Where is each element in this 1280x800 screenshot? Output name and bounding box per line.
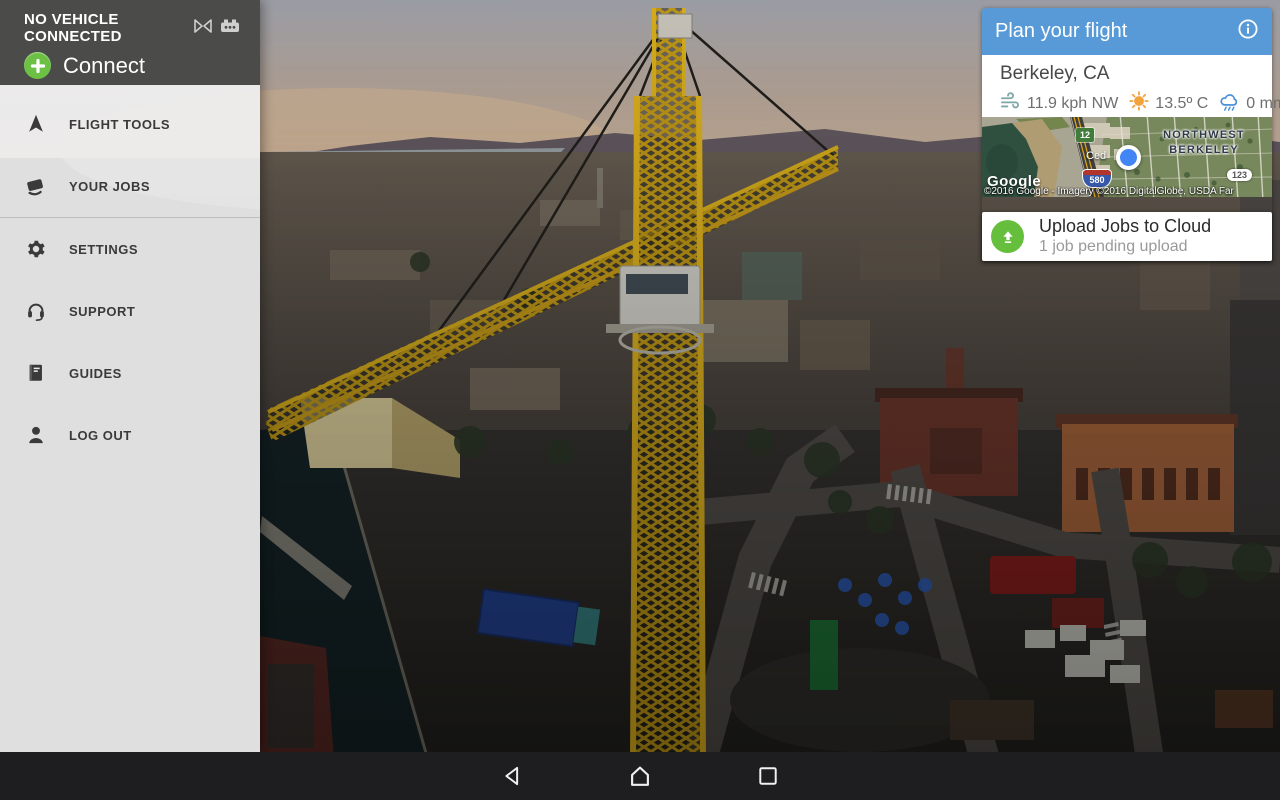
upload-jobs-card[interactable]: Upload Jobs to Cloud 1 job pending uploa… [982, 212, 1272, 261]
sidebar-item-label: LOG OUT [69, 428, 132, 443]
sidebar-item-settings[interactable]: SETTINGS [0, 218, 260, 280]
map-preview[interactable]: Ced 12 580 123 NORTHWEST BERKELEY Google… [982, 117, 1272, 197]
upload-title: Upload Jobs to Cloud [1039, 216, 1211, 237]
jobs-card-icon [23, 175, 49, 197]
connect-button[interactable]: Connect [24, 52, 248, 79]
map-street-label: Ced [1086, 150, 1106, 162]
android-nav-bar [0, 752, 1280, 800]
connection-status: NO VEHICLE CONNECTED [24, 11, 194, 45]
route-580-shield: 580 [1083, 170, 1111, 187]
wind-icon [1000, 91, 1022, 116]
connect-label: Connect [63, 53, 145, 79]
route-123-badge: 123 [1227, 169, 1252, 181]
plan-flight-card: Plan your flight Berkeley, CA 11.9 kph N… [982, 8, 1272, 261]
precipitation-value: 0 mm [1246, 95, 1280, 113]
sidebar-item-flight-tools[interactable]: FLIGHT TOOLS [0, 93, 260, 155]
sidebar-item-log-out[interactable]: LOG OUT [0, 404, 260, 466]
sidebar-item-label: GUIDES [69, 366, 122, 381]
controller-icon [220, 18, 240, 39]
sidebar-item-label: FLIGHT TOOLS [69, 117, 170, 132]
rain-cloud-icon [1218, 91, 1241, 117]
back-button[interactable] [498, 762, 526, 790]
route-12-badge: 12 [1076, 128, 1094, 142]
sidebar-item-label: YOUR JOBS [69, 179, 150, 194]
location-label: Berkeley, CA [1000, 63, 1272, 85]
upload-cloud-icon [991, 220, 1024, 253]
sidebar-item-label: SUPPORT [69, 304, 135, 319]
connection-header: NO VEHICLE CONNECTED Connect [0, 0, 260, 85]
sidebar-item-guides[interactable]: GUIDES [0, 342, 260, 404]
sidebar-item-your-jobs[interactable]: YOUR JOBS [0, 155, 260, 217]
sidebar-menu: FLIGHT TOOLS YOUR JOBS SETTINGS [0, 85, 260, 466]
home-button[interactable] [626, 762, 654, 790]
weather-section: Berkeley, CA 11.9 kph NW 13.5º C [982, 55, 1272, 117]
upload-subtitle: 1 job pending upload [1039, 238, 1211, 256]
vehicle-link-icon [194, 18, 212, 39]
app-sidebar: NO VEHICLE CONNECTED Connect [0, 0, 260, 752]
recents-button[interactable] [754, 762, 782, 790]
sun-icon [1128, 90, 1150, 117]
headset-icon [23, 300, 49, 322]
current-location-dot [1116, 145, 1141, 170]
temperature-value: 13.5º C [1155, 95, 1208, 113]
plan-card-header: Plan your flight [982, 8, 1272, 55]
gear-icon [23, 238, 49, 260]
plan-card-title: Plan your flight [995, 20, 1237, 43]
navigation-arrow-icon [23, 113, 49, 135]
sidebar-item-label: SETTINGS [69, 242, 138, 257]
map-area-label: NORTHWEST BERKELEY [1154, 128, 1254, 158]
book-icon [23, 362, 49, 384]
map-attribution: ©2016 Google - Imagery ©2016 DigitalGlob… [982, 186, 1272, 197]
person-icon [23, 424, 49, 446]
wind-value: 11.9 kph NW [1027, 95, 1118, 113]
sidebar-item-support[interactable]: SUPPORT [0, 280, 260, 342]
info-icon[interactable] [1237, 18, 1259, 45]
plus-icon [24, 52, 51, 79]
